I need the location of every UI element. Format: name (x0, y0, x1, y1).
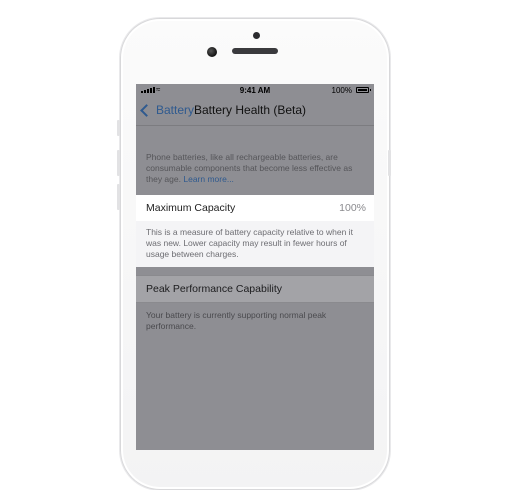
back-button[interactable]: Battery (140, 103, 195, 117)
maximum-capacity-value: 100% (339, 202, 366, 214)
page-title: Battery Health (Beta) (194, 103, 307, 117)
back-label: Battery (156, 103, 195, 117)
intro-text: Phone batteries, like all rechargeable b… (136, 126, 374, 195)
learn-more-link[interactable]: Learn more... (183, 174, 234, 184)
battery-icon (356, 87, 369, 93)
maximum-capacity-label: Maximum Capacity (146, 202, 236, 214)
battery-tip (370, 89, 371, 91)
mute-switch (117, 120, 120, 136)
peak-performance-label: Peak Performance Capability (146, 283, 282, 295)
status-bar: ≈ 9:41 AM 100% (136, 84, 374, 97)
maximum-capacity-footnote: This is a measure of battery capacity re… (136, 221, 374, 267)
peak-performance-footnote: Your battery is currently supporting nor… (146, 310, 327, 331)
phone-screen: ≈ 9:41 AM 100% Battery Battery Health (B… (136, 84, 374, 450)
proximity-sensor (253, 32, 260, 39)
battery-percent: 100% (331, 86, 352, 95)
power-button (388, 150, 391, 176)
navigation-bar: Battery Battery Health (Beta) (136, 97, 374, 126)
front-camera (207, 47, 217, 57)
volume-up-button (117, 150, 120, 176)
intro-description: Phone batteries, like all rechargeable b… (146, 152, 353, 184)
volume-down-button (117, 184, 120, 210)
maximum-capacity-row: Maximum Capacity 100% (136, 195, 374, 221)
peak-performance-row: Peak Performance Capability (136, 275, 374, 303)
chevron-left-icon (140, 103, 153, 117)
earpiece-speaker (232, 48, 278, 54)
